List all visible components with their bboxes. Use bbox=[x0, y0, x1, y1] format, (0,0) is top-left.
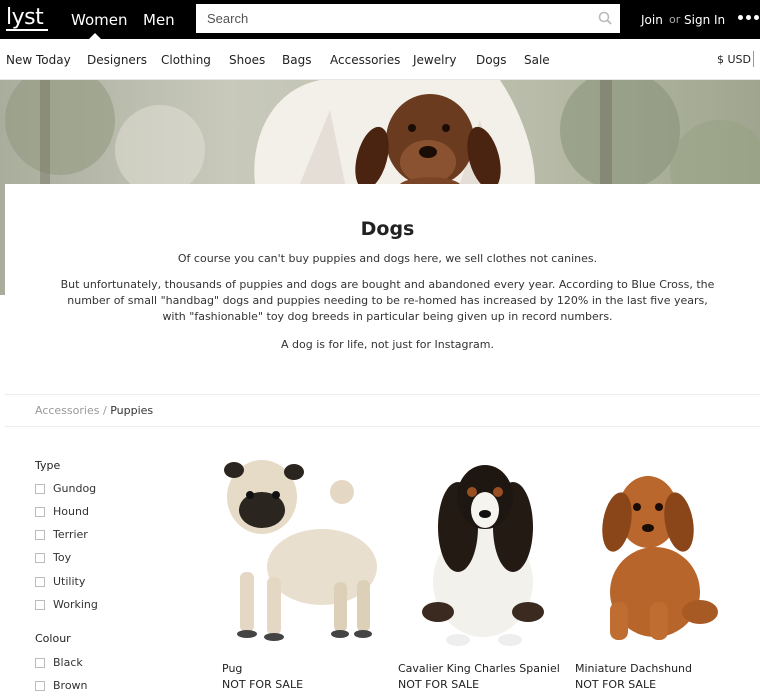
divider bbox=[5, 394, 760, 395]
checkbox[interactable] bbox=[35, 530, 45, 540]
breadcrumb-current: Puppies bbox=[110, 404, 154, 417]
tagline-paragraph: A dog is for life, not just for Instagra… bbox=[280, 338, 495, 351]
breadcrumb: Accessories / Puppies bbox=[35, 404, 153, 417]
category-dogs[interactable]: Dogs bbox=[476, 53, 506, 67]
search-bar bbox=[196, 4, 620, 33]
product-card[interactable]: Miniature Dachshund NOT FOR SALE bbox=[575, 452, 745, 697]
breadcrumb-separator: / bbox=[102, 404, 107, 417]
nav-men[interactable]: Men bbox=[143, 11, 175, 29]
search-input[interactable] bbox=[196, 4, 586, 33]
category-clothing[interactable]: Clothing bbox=[161, 53, 211, 67]
sign-in-link[interactable]: Sign In bbox=[684, 13, 725, 27]
page-title: Dogs bbox=[360, 218, 415, 240]
filter-type-heading: Type bbox=[35, 459, 61, 472]
dachshund-photo[interactable] bbox=[575, 452, 745, 652]
product-name[interactable]: Miniature Dachshund bbox=[575, 662, 692, 675]
checkbox[interactable] bbox=[35, 553, 45, 563]
checkbox[interactable] bbox=[35, 658, 45, 668]
checkbox[interactable] bbox=[35, 577, 45, 587]
checkbox[interactable] bbox=[35, 600, 45, 610]
more-menu-icon[interactable] bbox=[738, 15, 760, 21]
category-sale[interactable]: Sale bbox=[524, 53, 550, 67]
checkbox[interactable] bbox=[35, 681, 45, 691]
category-bags[interactable]: Bags bbox=[282, 53, 311, 67]
category-shoes[interactable]: Shoes bbox=[229, 53, 265, 67]
product-price: NOT FOR SALE bbox=[575, 678, 657, 691]
product-price: NOT FOR SALE bbox=[398, 678, 480, 691]
lyst-logo[interactable]: lyst bbox=[6, 5, 44, 30]
top-bar: lyst Women Men Join or Sign In bbox=[0, 0, 760, 39]
category-nav: New Today Designers Clothing Shoes Bags … bbox=[0, 39, 760, 80]
search-icon[interactable] bbox=[598, 11, 612, 25]
product-card[interactable]: Pug NOT FOR SALE bbox=[222, 452, 392, 697]
nav-women[interactable]: Women bbox=[71, 11, 127, 29]
currency-selector[interactable]: $ USD bbox=[717, 53, 751, 66]
logo-underline bbox=[6, 29, 48, 31]
product-price: NOT FOR SALE bbox=[222, 678, 304, 691]
category-jewelry[interactable]: Jewelry bbox=[413, 53, 457, 67]
spaniel-photo[interactable] bbox=[398, 452, 568, 652]
currency-divider bbox=[753, 51, 754, 67]
intro-paragraph: Of course you can't buy puppies and dogs… bbox=[177, 252, 598, 265]
breadcrumb-accessories[interactable]: Accessories bbox=[35, 404, 99, 417]
or-text: or bbox=[669, 13, 681, 26]
pug-photo[interactable] bbox=[222, 452, 392, 652]
category-accessories[interactable]: Accessories bbox=[330, 53, 400, 67]
checkbox[interactable] bbox=[35, 507, 45, 517]
product-card[interactable]: Cavalier King Charles Spaniel NOT FOR SA… bbox=[398, 452, 568, 697]
divider bbox=[5, 426, 760, 427]
join-link[interactable]: Join bbox=[641, 13, 663, 27]
product-name[interactable]: Cavalier King Charles Spaniel bbox=[398, 662, 560, 675]
product-name[interactable]: Pug bbox=[222, 662, 242, 675]
category-new-today[interactable]: New Today bbox=[6, 53, 71, 67]
filter-colour-heading: Colour bbox=[35, 632, 71, 645]
info-paragraph: But unfortunately, thousands of puppies … bbox=[60, 278, 715, 323]
category-designers[interactable]: Designers bbox=[87, 53, 147, 67]
checkbox[interactable] bbox=[35, 484, 45, 494]
